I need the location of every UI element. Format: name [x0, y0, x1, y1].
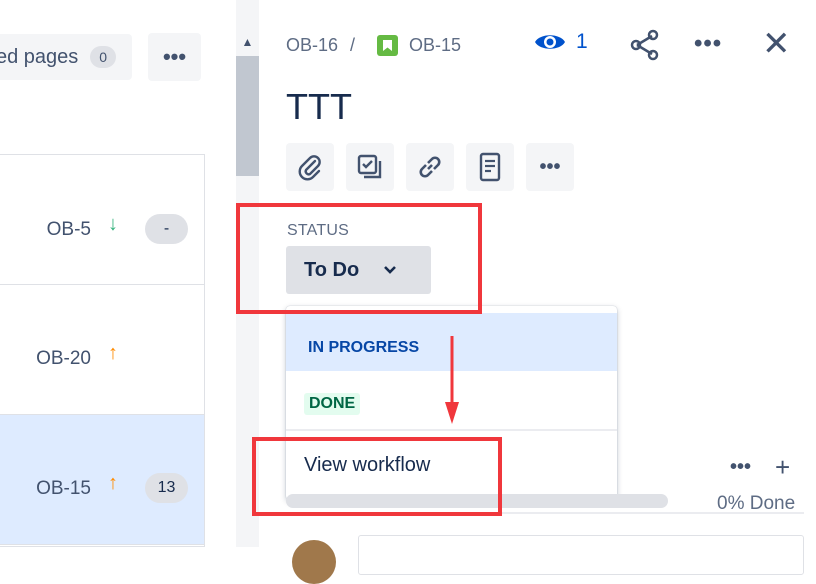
list-item[interactable]: OB-5 ↓ -	[0, 155, 204, 285]
toolbar-more-button[interactable]: •••	[526, 143, 574, 191]
link-icon	[419, 156, 441, 178]
subtask-icon	[357, 154, 382, 179]
watch-button[interactable]: 1	[534, 30, 588, 54]
breadcrumb-parent-link[interactable]: OB-16	[286, 35, 338, 56]
add-child-issue-icon[interactable]: +	[775, 452, 790, 483]
breadcrumb-separator: /	[350, 35, 356, 55]
add-subtask-button[interactable]	[346, 143, 394, 191]
scrollbar-thumb[interactable]	[236, 56, 259, 176]
list-item[interactable]: OB-20 ↑	[0, 285, 204, 415]
status-option-label: DONE	[304, 393, 361, 415]
watchers-count: 1	[576, 30, 588, 53]
issue-list-panel: ed pages 0 ••• OB-5 ↓ - OB-20 ↑ OB-15 ↑ …	[0, 0, 236, 547]
attachment-icon	[298, 155, 321, 181]
issue-list: OB-5 ↓ - OB-20 ↑ OB-15 ↑ 13	[0, 154, 205, 547]
story-points-badge: 13	[145, 473, 188, 503]
more-icon[interactable]: •••	[730, 456, 751, 479]
issue-title[interactable]: TTT	[286, 86, 352, 128]
annotation-box-status	[236, 203, 482, 314]
status-option-label: IN PROGRESS	[308, 339, 420, 356]
page-icon	[479, 152, 501, 182]
list-item-selected[interactable]: OB-15 ↑ 13	[0, 415, 204, 545]
breadcrumb-current-link[interactable]: OB-15	[409, 35, 461, 56]
priority-high-icon: ↑	[108, 342, 118, 364]
annotation-arrow	[440, 336, 464, 426]
priority-high-icon: ↑	[108, 472, 118, 494]
attach-button[interactable]	[286, 143, 334, 191]
link-issue-button[interactable]	[406, 143, 454, 191]
more-icon: •••	[539, 155, 561, 178]
linked-pages-label: ed pages	[0, 45, 79, 68]
comment-input[interactable]	[358, 535, 804, 575]
linked-pages-button[interactable]: ed pages 0	[0, 34, 132, 80]
more-icon[interactable]: •••	[694, 30, 722, 58]
priority-low-icon: ↓	[108, 213, 118, 235]
issue-key: OB-20	[36, 348, 91, 369]
share-button[interactable]	[628, 28, 662, 62]
annotation-box-view-workflow	[252, 437, 502, 516]
issue-key: OB-15	[36, 478, 91, 499]
more-icon: •••	[162, 44, 187, 69]
issue-key: OB-5	[46, 219, 91, 240]
link-page-button[interactable]	[466, 143, 514, 191]
story-points-badge: -	[145, 214, 188, 244]
scroll-up-icon[interactable]: ▲	[236, 30, 259, 54]
more-actions-button[interactable]: •••	[148, 33, 201, 81]
story-icon	[377, 35, 398, 56]
linked-pages-count: 0	[90, 46, 117, 68]
share-icon	[630, 29, 659, 61]
close-icon[interactable]: ✕	[762, 27, 792, 61]
eye-icon	[535, 35, 565, 49]
